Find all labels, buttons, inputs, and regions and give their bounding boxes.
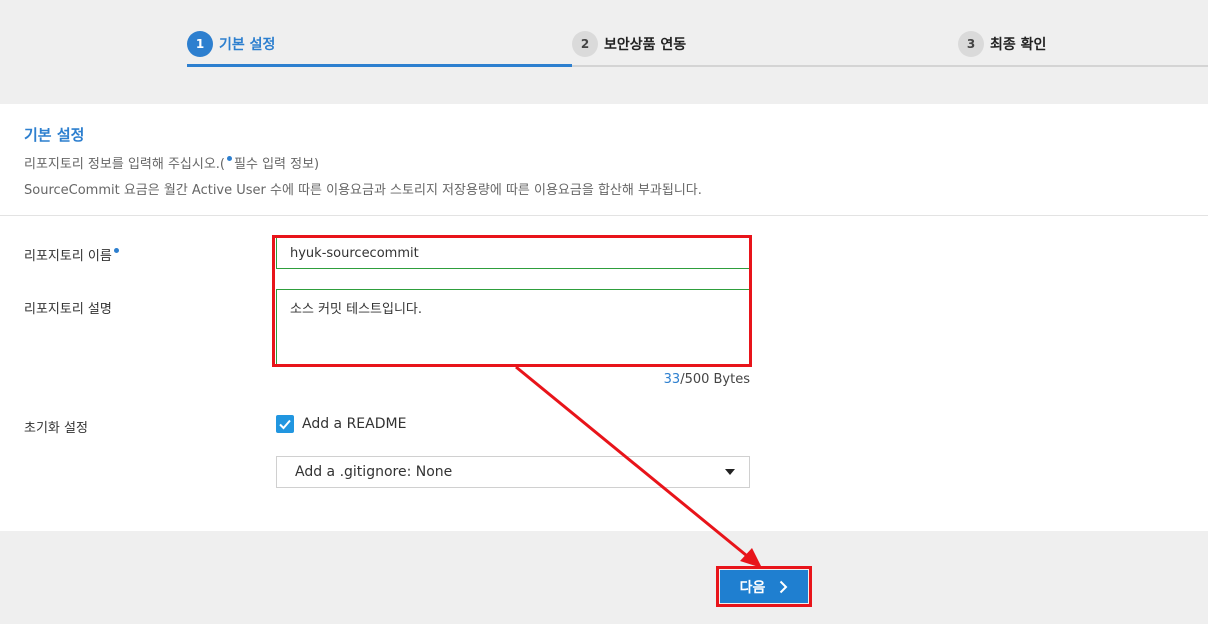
- step-security-integration: 2 보안상품 연동: [572, 31, 686, 57]
- step-number: 2: [572, 31, 598, 57]
- required-dot-icon: [227, 156, 233, 161]
- byte-limit: /500 Bytes: [680, 372, 750, 387]
- step-label: 보안상품 연동: [604, 37, 687, 53]
- readme-label: Add a README: [302, 416, 407, 432]
- next-button[interactable]: 다음: [720, 570, 808, 603]
- next-label: 다음: [739, 579, 766, 596]
- stepper-progress: [187, 64, 572, 67]
- repo-description-input[interactable]: 소스 커밋 테스트입니다.: [276, 289, 750, 365]
- readme-checkbox[interactable]: [276, 415, 294, 433]
- step-final-confirm: 3 최종 확인: [958, 31, 1046, 57]
- gitignore-selected-value: Add a .gitignore: None: [295, 464, 453, 480]
- description-text: 필수 입력 정보): [234, 157, 320, 172]
- step-basic-settings: 1 기본 설정: [187, 31, 275, 57]
- billing-description: SourceCommit 요금은 월간 Active User 수에 따른 이용…: [24, 183, 702, 198]
- required-dot-icon: [113, 248, 119, 253]
- required-info-description: 리포지토리 정보를 입력해 주십시오.( 필수 입력 정보): [24, 153, 319, 172]
- label-text: 리포지토리 설명: [24, 302, 112, 317]
- byte-used: 33: [663, 372, 681, 387]
- arrow-head-icon: [740, 548, 762, 568]
- repo-name-input[interactable]: [276, 237, 750, 269]
- basic-settings-panel: 기본 설정 리포지토리 정보를 입력해 주십시오.( 필수 입력 정보) Sou…: [0, 104, 1208, 531]
- chevron-right-icon: [780, 580, 788, 593]
- checkmark-icon: [279, 419, 291, 430]
- byte-counter: 33/500 Bytes: [600, 372, 750, 387]
- repo-name-label: 리포지토리 이름: [24, 245, 121, 264]
- label-text: 리포지토리 이름: [24, 249, 112, 264]
- description-text: 리포지토리 정보를 입력해 주십시오.(: [24, 157, 226, 172]
- gitignore-select[interactable]: Add a .gitignore: None: [276, 456, 750, 488]
- section-title: 기본 설정: [24, 126, 85, 144]
- readme-checkbox-row[interactable]: Add a README: [276, 415, 406, 433]
- repo-description-label: 리포지토리 설명: [24, 298, 112, 317]
- divider: [0, 215, 1208, 216]
- label-text: 초기화 설정: [24, 421, 88, 436]
- step-number: 1: [187, 31, 213, 57]
- step-number: 3: [958, 31, 984, 57]
- step-label: 기본 설정: [219, 37, 276, 53]
- init-settings-label: 초기화 설정: [24, 417, 88, 436]
- stepper: 1 기본 설정 2 보안상품 연동 3 최종 확인: [0, 0, 1208, 104]
- step-label: 최종 확인: [990, 37, 1047, 53]
- caret-down-icon: [725, 469, 735, 475]
